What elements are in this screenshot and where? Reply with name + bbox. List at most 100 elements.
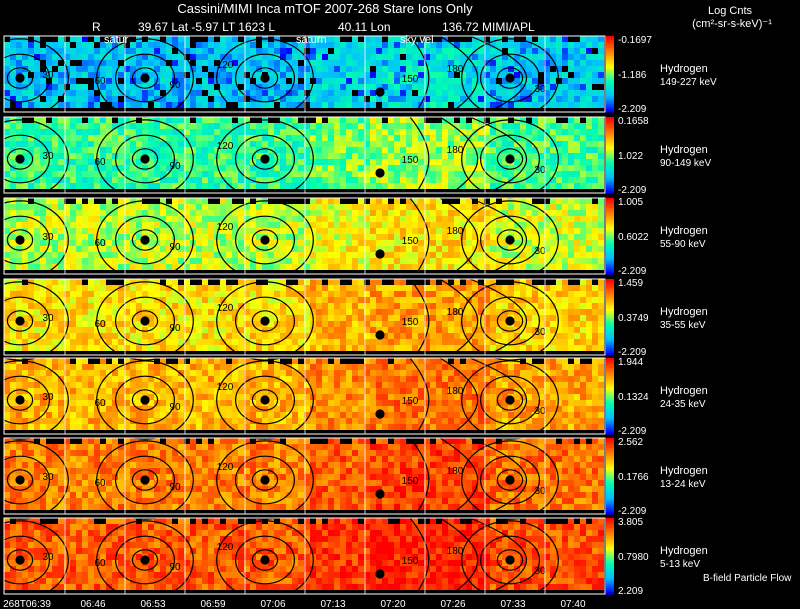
heatmap-cell [592, 177, 598, 183]
heatmap-cell [370, 285, 376, 291]
heatmap-cell [328, 183, 334, 189]
heatmap-cell [598, 234, 604, 240]
heatmap-cell [202, 297, 208, 303]
heatmap-cell [406, 291, 412, 297]
heatmap-cell [334, 96, 340, 102]
heatmap-cell [592, 48, 598, 54]
heatmap-cell [316, 90, 322, 96]
heatmap-cell [556, 54, 562, 60]
heatmap-cell [238, 117, 244, 123]
heatmap-cell [256, 303, 262, 309]
heatmap-cell [310, 102, 316, 108]
heatmap-cell [100, 102, 106, 108]
heatmap-cell [226, 198, 232, 204]
heatmap-cell [562, 303, 568, 309]
heatmap-cell [346, 321, 352, 327]
heatmap-cell [574, 141, 580, 147]
heatmap-cell [490, 246, 496, 252]
heatmap-cell [298, 234, 304, 240]
heatmap-cell [172, 198, 178, 204]
heatmap-cell [88, 376, 94, 382]
heatmap-cell [58, 210, 64, 216]
heatmap-cell [16, 171, 22, 177]
heatmap-cell [10, 333, 16, 339]
heatmap-cell [436, 333, 442, 339]
heatmap-cell [208, 78, 214, 84]
heatmap-cell [574, 234, 580, 240]
heatmap-cell [568, 141, 574, 147]
heatmap-cell [40, 84, 46, 90]
heatmap-cell [88, 171, 94, 177]
heatmap-cell [436, 48, 442, 54]
heatmap-cell [298, 84, 304, 90]
heatmap-cell [172, 315, 178, 321]
heatmap-cell [298, 165, 304, 171]
heatmap-cell [340, 90, 346, 96]
heatmap-cell [196, 165, 202, 171]
heatmap-cell [34, 309, 40, 315]
heatmap-cell [40, 297, 46, 303]
heatmap-cell [346, 135, 352, 141]
heatmap-cell [298, 153, 304, 159]
heatmap-cell [370, 210, 376, 216]
heatmap-cell [262, 135, 268, 141]
heatmap-cell [568, 135, 574, 141]
heatmap-cell [82, 210, 88, 216]
heatmap-cell [76, 327, 82, 333]
heatmap-cell [196, 339, 202, 345]
heatmap-cell [34, 240, 40, 246]
heatmap-cell [280, 291, 286, 297]
heatmap-cell [196, 96, 202, 102]
heatmap-cell [82, 394, 88, 400]
heatmap-cell [430, 102, 436, 108]
heatmap-cell [466, 309, 472, 315]
heatmap-cell [52, 60, 58, 66]
heatmap-cell [214, 285, 220, 291]
heatmap-cell [340, 234, 346, 240]
heatmap-cell [208, 48, 214, 54]
heatmap-cell [4, 291, 10, 297]
heatmap-cell [526, 84, 532, 90]
heatmap-cell [220, 165, 226, 171]
heatmap-cell [4, 165, 10, 171]
heatmap-cell [442, 252, 448, 258]
heatmap-cell [58, 117, 64, 123]
heatmap-cell [58, 285, 64, 291]
heatmap-cell [556, 183, 562, 189]
heatmap-cell [436, 216, 442, 222]
heatmap-cell [208, 297, 214, 303]
heatmap-cell [202, 279, 208, 285]
heatmap-cell [148, 333, 154, 339]
heatmap-cell [538, 66, 544, 72]
heatmap-cell [136, 102, 142, 108]
heatmap-cell [136, 90, 142, 96]
heatmap-cell [76, 96, 82, 102]
heatmap-cell [430, 54, 436, 60]
heatmap-cell [226, 246, 232, 252]
heatmap-cell [436, 171, 442, 177]
heatmap-cell [334, 147, 340, 153]
heatmap-cell [592, 102, 598, 108]
heatmap-cell [52, 279, 58, 285]
heatmap-cell [562, 153, 568, 159]
heatmap-cell [562, 258, 568, 264]
heatmap-cell [568, 171, 574, 177]
heatmap-cell [232, 234, 238, 240]
heatmap-cell [130, 222, 136, 228]
heatmap-cell [82, 216, 88, 222]
heatmap-cell [454, 54, 460, 60]
heatmap-cell [112, 60, 118, 66]
heatmap-cell [478, 96, 484, 102]
heatmap-cell [376, 309, 382, 315]
heatmap-cell [568, 228, 574, 234]
heatmap-cell [382, 234, 388, 240]
heatmap-cell [202, 315, 208, 321]
heatmap-cell [586, 210, 592, 216]
heatmap-cell [178, 141, 184, 147]
heatmap-cell [358, 252, 364, 258]
heatmap-cell [418, 246, 424, 252]
heatmap-cell [70, 117, 76, 123]
heatmap-cell [388, 228, 394, 234]
heatmap-cell [586, 90, 592, 96]
heatmap-cell [490, 333, 496, 339]
